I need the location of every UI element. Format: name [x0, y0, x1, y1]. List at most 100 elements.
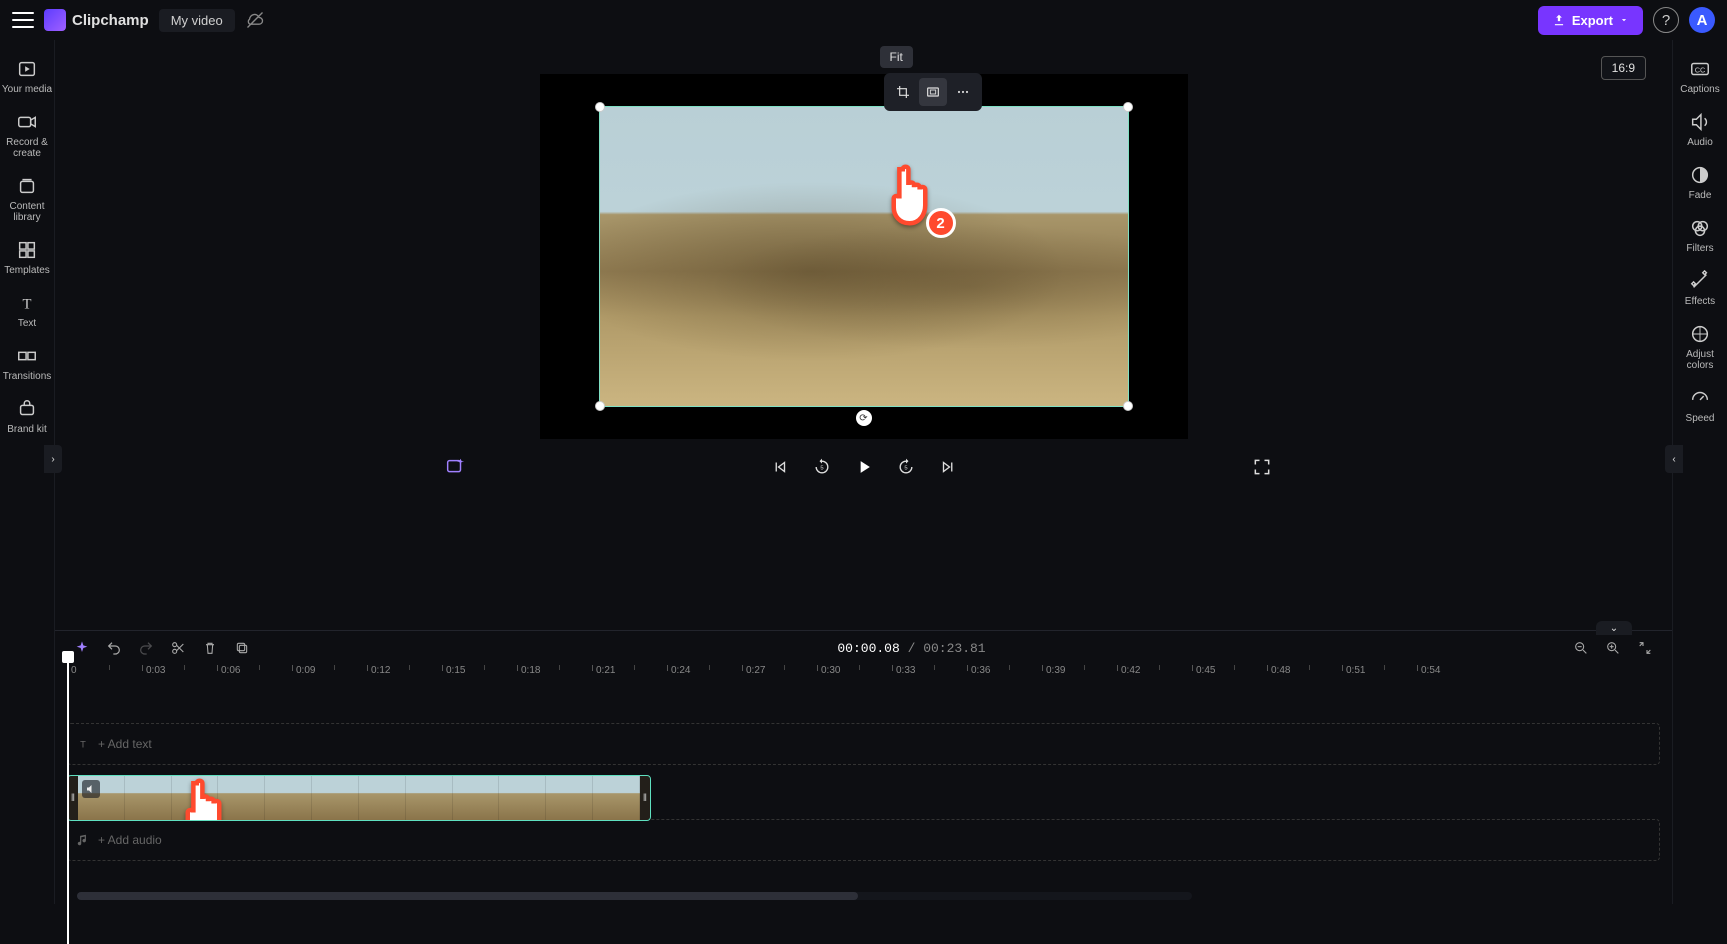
svg-text:T: T — [23, 297, 32, 313]
export-button[interactable]: Export — [1538, 6, 1643, 35]
fit-timeline-button[interactable] — [1636, 639, 1654, 657]
video-clip[interactable]: ‖ ‖ 1 — [67, 775, 651, 821]
cloud-sync-off-icon[interactable] — [245, 10, 265, 30]
play-button[interactable] — [853, 456, 875, 478]
rightbar-filters[interactable]: Filters — [1673, 209, 1727, 262]
sidebar-templates[interactable]: Templates — [0, 231, 55, 284]
rewind-5s-button[interactable]: 5 — [811, 456, 833, 478]
selection-box[interactable]: ⟳ — [599, 106, 1129, 407]
more-options-button[interactable] — [949, 78, 977, 106]
ruler-tick: 0:18 — [521, 665, 540, 676]
rightbar-adjust-colors[interactable]: Adjust colors — [1673, 315, 1727, 379]
resize-handle-bottom-left[interactable] — [595, 401, 605, 411]
undo-button[interactable] — [105, 639, 123, 657]
ruler-tick: 0:36 — [971, 665, 990, 676]
filters-icon — [1689, 217, 1711, 239]
ruler-tick: 0:48 — [1271, 665, 1290, 676]
media-icon — [16, 58, 38, 80]
timeline-scrollbar-thumb[interactable] — [77, 892, 858, 900]
sidebar-text[interactable]: T Text — [0, 284, 55, 337]
rotate-handle[interactable]: ⟳ — [856, 410, 872, 426]
resize-handle-top-right[interactable] — [1123, 102, 1133, 112]
clip-volume-icon[interactable] — [82, 780, 100, 798]
text-track-placeholder: + Add text — [98, 737, 152, 751]
skip-start-button[interactable] — [769, 456, 791, 478]
ruler-tick: 0:15 — [446, 665, 465, 676]
aspect-ratio-button[interactable]: 16:9 — [1601, 56, 1646, 80]
svg-text:CC: CC — [1695, 66, 1706, 75]
svg-text:5: 5 — [820, 466, 823, 472]
text-icon: T — [16, 292, 38, 314]
app-name: Clipchamp — [72, 12, 149, 29]
auto-enhance-button[interactable] — [444, 456, 466, 478]
timecode-display: 00:00.08 / 00:23.81 — [837, 641, 985, 656]
redo-button[interactable] — [137, 639, 155, 657]
fit-tooltip: Fit — [880, 46, 913, 68]
effects-icon — [1689, 270, 1711, 292]
duplicate-button[interactable] — [233, 639, 251, 657]
resize-handle-bottom-right[interactable] — [1123, 401, 1133, 411]
timeline-scrollbar[interactable] — [77, 892, 1192, 900]
ruler-tick: 0 — [71, 665, 77, 676]
audio-track[interactable]: + Add audio — [67, 819, 1660, 861]
sidebar-record-create[interactable]: Record & create — [0, 103, 55, 167]
expand-right-panel-button[interactable]: ‹ — [1665, 445, 1683, 473]
ruler-tick: 0:45 — [1196, 665, 1215, 676]
speed-icon — [1689, 387, 1711, 409]
ruler-tick: 0:30 — [821, 665, 840, 676]
ruler-tick: 0:27 — [746, 665, 765, 676]
ruler-tick: 0:21 — [596, 665, 615, 676]
ruler-tick: 0:54 — [1421, 665, 1440, 676]
preview-area: 16:9 Fit ⟳ 2 — [55, 40, 1672, 630]
rightbar-fade[interactable]: Fade Fade — [1673, 156, 1727, 209]
zoom-in-button[interactable] — [1604, 639, 1622, 657]
transitions-icon — [16, 345, 38, 367]
library-icon — [16, 175, 38, 197]
fit-button[interactable] — [919, 78, 947, 106]
text-track[interactable]: T + Add text — [67, 723, 1660, 765]
clip-right-handle[interactable]: ‖ — [640, 776, 650, 820]
fullscreen-button[interactable] — [1252, 457, 1272, 477]
timeline-ruler[interactable]: 00:030:060:090:120:150:180:210:240:270:3… — [67, 665, 1660, 689]
ai-sparkle-button[interactable] — [73, 639, 91, 657]
preview-canvas[interactable]: ⟳ 2 — [540, 74, 1188, 439]
menu-button[interactable] — [12, 9, 34, 31]
sidebar-your-media[interactable]: Your media — [0, 50, 55, 103]
forward-5s-button[interactable]: 5 — [895, 456, 917, 478]
rightbar-audio[interactable]: Audio — [1673, 103, 1727, 156]
rightbar-captions[interactable]: CC Captions — [1673, 50, 1727, 103]
playhead[interactable] — [67, 659, 69, 944]
music-note-icon — [76, 833, 90, 847]
chevron-down-icon — [1619, 15, 1629, 25]
help-button[interactable]: ? — [1653, 7, 1679, 33]
delete-button[interactable] — [201, 639, 219, 657]
resize-handle-top-left[interactable] — [595, 102, 605, 112]
captions-icon: CC — [1689, 58, 1711, 80]
current-time: 00:00.08 — [837, 641, 899, 656]
ruler-tick: 0:42 — [1121, 665, 1140, 676]
sidebar-brand-kit[interactable]: Brand kit — [0, 390, 55, 443]
svg-text:T: T — [80, 740, 86, 750]
sidebar-transitions[interactable]: Transitions — [0, 337, 55, 390]
rightbar-speed[interactable]: Speed — [1673, 379, 1727, 432]
split-button[interactable] — [169, 639, 187, 657]
project-title-input[interactable]: My video — [159, 9, 235, 32]
rightbar-effects[interactable]: Effects — [1673, 262, 1727, 315]
video-frame — [600, 107, 1128, 406]
upload-icon — [1552, 13, 1566, 27]
crop-button[interactable] — [889, 78, 917, 106]
collapse-timeline-button[interactable]: ⌄ — [1596, 621, 1632, 635]
app-logo: Clipchamp — [44, 9, 149, 31]
sidebar-content-library[interactable]: Content library — [0, 167, 55, 231]
skip-end-button[interactable] — [937, 456, 959, 478]
user-avatar[interactable]: A — [1689, 7, 1715, 33]
zoom-out-button[interactable] — [1572, 639, 1590, 657]
right-sidebar: CC Captions Audio Fade Fade Filters Effe… — [1672, 40, 1727, 904]
clip-left-handle[interactable]: ‖ — [68, 776, 78, 820]
audio-icon — [1689, 111, 1711, 133]
templates-icon — [16, 239, 38, 261]
playback-controls: 5 5 — [55, 439, 1672, 495]
timeline-tracks[interactable]: T + Add text ‖ ‖ 1 + — [67, 689, 1660, 904]
timeline: ⌄ 00:00.08 / 00:23.81 00:030:060:090:120… — [55, 630, 1672, 904]
brand-kit-icon — [16, 398, 38, 420]
